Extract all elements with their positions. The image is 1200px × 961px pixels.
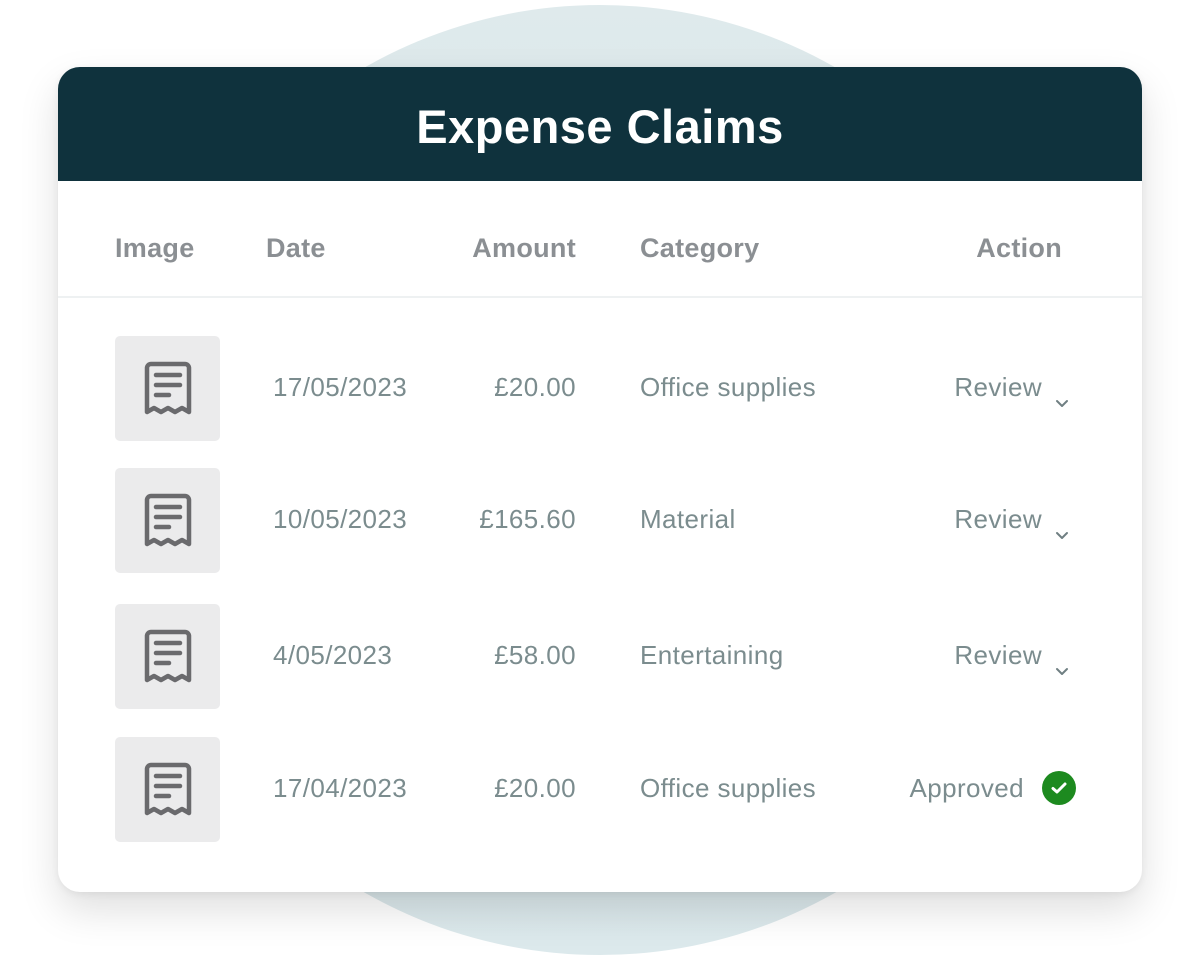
action-label: Review — [954, 372, 1042, 402]
review-dropdown[interactable]: Review — [954, 638, 1070, 675]
chevron-down-icon — [1054, 515, 1070, 539]
header-divider — [58, 296, 1142, 298]
table-row: 17/04/2023 £20.00 Office supplies Approv… — [58, 737, 1142, 843]
approved-status: Approved — [909, 771, 1076, 805]
claim-date: 17/05/2023 — [273, 372, 408, 402]
claim-amount: £58.00 — [494, 640, 576, 670]
claim-date: 17/04/2023 — [273, 773, 408, 803]
receipt-thumbnail[interactable] — [115, 336, 220, 441]
receipt-icon — [144, 361, 191, 414]
receipt-thumbnail[interactable] — [115, 737, 220, 842]
claim-date: 4/05/2023 — [273, 640, 393, 670]
claim-amount: £165.60 — [479, 504, 576, 534]
receipt-icon — [144, 629, 191, 682]
claim-category: Entertaining — [640, 640, 784, 670]
chevron-down-icon — [1054, 651, 1070, 675]
claim-date: 10/05/2023 — [273, 504, 408, 534]
table-row: 10/05/2023 £165.60 Material Review — [58, 468, 1142, 574]
action-label: Review — [954, 640, 1042, 670]
action-label: Approved — [909, 773, 1024, 803]
column-header-amount: Amount — [472, 233, 576, 263]
column-header-date: Date — [266, 233, 326, 263]
claim-category: Material — [640, 504, 736, 534]
action-label: Review — [954, 504, 1042, 534]
receipt-thumbnail[interactable] — [115, 604, 220, 709]
claim-amount: £20.00 — [494, 773, 576, 803]
table-row: 17/05/2023 £20.00 Office supplies Review — [58, 336, 1142, 442]
column-header-image: Image — [115, 233, 195, 263]
receipt-thumbnail[interactable] — [115, 468, 220, 573]
chevron-down-icon — [1054, 383, 1070, 407]
claim-category: Office supplies — [640, 773, 817, 803]
expense-claims-card: Expense Claims Image Date Amount Categor… — [58, 67, 1142, 892]
column-header-category: Category — [640, 233, 760, 263]
receipt-icon — [144, 493, 191, 546]
claim-amount: £20.00 — [494, 372, 576, 402]
review-dropdown[interactable]: Review — [954, 370, 1070, 407]
receipt-icon — [144, 762, 191, 815]
page-title: Expense Claims — [416, 99, 784, 153]
card-header: Expense Claims — [58, 67, 1142, 181]
check-circle-icon — [1042, 771, 1076, 805]
table-row: 4/05/2023 £58.00 Entertaining Review — [58, 604, 1142, 710]
review-dropdown[interactable]: Review — [954, 502, 1070, 539]
column-header-action: Action — [976, 233, 1062, 263]
claim-category: Office supplies — [640, 372, 817, 402]
